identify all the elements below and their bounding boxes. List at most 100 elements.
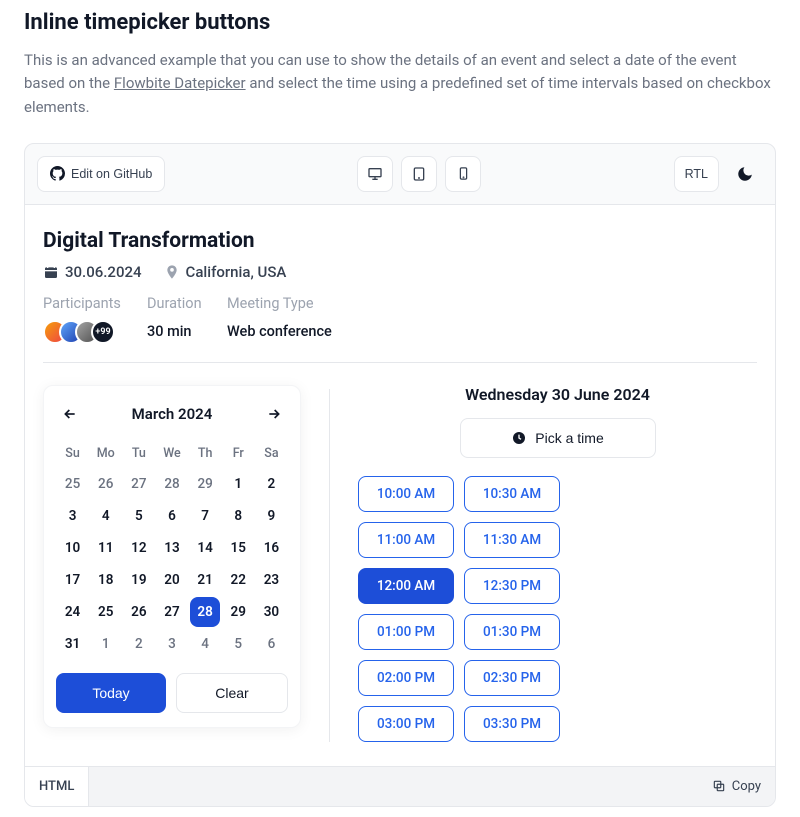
calendar-day[interactable]: 23 (255, 565, 288, 595)
code-tab-html[interactable]: HTML (25, 767, 89, 806)
arrow-right-icon (266, 406, 282, 422)
calendar-day[interactable]: 20 (155, 565, 188, 595)
calendar-dow: We (155, 440, 188, 467)
calendar-day[interactable]: 13 (155, 533, 188, 563)
calendar-day[interactable]: 26 (122, 597, 155, 627)
participants-avatars: +99 (43, 320, 127, 344)
time-slot-grid: 10:00 AM 10:30 AM 11:00 AM 11:30 AM 12:00 AM… (358, 476, 757, 742)
calendar-day[interactable]: 6 (255, 629, 288, 659)
calendar-today-button[interactable]: Today (56, 673, 166, 713)
calendar-clear-button[interactable]: Clear (176, 673, 288, 713)
meta-values: +99 30 min Web conference (43, 320, 757, 344)
desktop-preview-button[interactable] (357, 156, 393, 192)
calendar-dow: Fr (222, 440, 255, 467)
calendar-day[interactable]: 2 (122, 629, 155, 659)
time-slot[interactable]: 01:00 PM (358, 614, 454, 650)
calendar-day[interactable]: 25 (89, 597, 122, 627)
calendar-day[interactable]: 21 (189, 565, 222, 595)
rtl-toggle-button[interactable]: RTL (674, 156, 719, 192)
calendar-day[interactable]: 27 (122, 469, 155, 499)
meta-headers: Participants Duration Meeting Type (43, 295, 757, 312)
time-slot[interactable]: 02:00 PM (358, 660, 454, 696)
time-slot[interactable]: 12:30 PM (464, 568, 560, 604)
desktop-icon (367, 166, 383, 182)
calendar-day[interactable]: 27 (155, 597, 188, 627)
tablet-icon (411, 166, 427, 182)
calendar-day[interactable]: 5 (222, 629, 255, 659)
calendar-day[interactable]: 28 (155, 469, 188, 499)
calendar-day[interactable]: 15 (222, 533, 255, 563)
dark-mode-button[interactable] (727, 156, 763, 192)
calendar-day[interactable]: 26 (89, 469, 122, 499)
calendar-day[interactable]: 18 (89, 565, 122, 595)
calendar-day[interactable]: 6 (155, 501, 188, 531)
calendar-month-label[interactable]: March 2024 (132, 405, 213, 423)
calendar-day[interactable]: 9 (255, 501, 288, 531)
time-slot[interactable]: 02:30 PM (464, 660, 560, 696)
time-slot[interactable]: 03:30 PM (464, 706, 560, 742)
calendar-day[interactable]: 29 (222, 597, 255, 627)
calendar-next-button[interactable] (260, 400, 288, 428)
calendar-day[interactable]: 3 (155, 629, 188, 659)
calendar-day[interactable]: 31 (56, 629, 89, 659)
calendar-day[interactable]: 4 (89, 501, 122, 531)
calendar-prev-button[interactable] (56, 400, 84, 428)
calendar-day[interactable]: 1 (89, 629, 122, 659)
calendar-day[interactable]: 5 (122, 501, 155, 531)
calendar-day[interactable]: 25 (56, 469, 89, 499)
clock-icon (511, 430, 527, 446)
copy-icon (712, 779, 726, 793)
calendar-dow: Tu (122, 440, 155, 467)
time-slot[interactable]: 11:00 AM (358, 522, 454, 558)
calendar-day[interactable]: 3 (56, 501, 89, 531)
calendar-day[interactable]: 16 (255, 533, 288, 563)
calendar-day[interactable]: 30 (255, 597, 288, 627)
calendar-day[interactable]: 19 (122, 565, 155, 595)
calendar-day[interactable]: 28 (190, 597, 220, 627)
copy-label: Copy (732, 779, 761, 794)
participants-header: Participants (43, 295, 127, 312)
calendar-day[interactable]: 14 (189, 533, 222, 563)
calendar-icon (43, 264, 59, 280)
avatar-more-badge[interactable]: +99 (91, 320, 115, 344)
event-meta-row: 30.06.2024 California, USA (43, 263, 757, 281)
calendar-dow: Th (189, 440, 222, 467)
calendar-day[interactable]: 2 (255, 469, 288, 499)
device-preview-group (173, 156, 665, 192)
copy-button[interactable]: Copy (698, 767, 775, 806)
time-slot[interactable]: 01:30 PM (464, 614, 560, 650)
event-location-text: California, USA (186, 263, 287, 281)
rtl-label: RTL (685, 167, 708, 181)
time-slot[interactable]: 03:00 PM (358, 706, 454, 742)
time-slot[interactable]: 12:00 AM (358, 568, 454, 604)
pick-time-button[interactable]: Pick a time (460, 418, 656, 458)
vertical-separator (329, 389, 330, 742)
calendar-day[interactable]: 24 (56, 597, 89, 627)
calendar-day[interactable]: 4 (189, 629, 222, 659)
calendar-day[interactable]: 7 (189, 501, 222, 531)
calendar-grid: SuMoTuWeThFrSa25262728291234567891011121… (56, 440, 288, 659)
edit-on-github-button[interactable]: Edit on GitHub (37, 156, 165, 192)
calendar-day[interactable]: 8 (222, 501, 255, 531)
time-slot[interactable]: 10:00 AM (358, 476, 454, 512)
edit-on-github-label: Edit on GitHub (71, 167, 152, 181)
datepicker-link[interactable]: Flowbite Datepicker (114, 74, 246, 92)
calendar-day[interactable]: 12 (122, 533, 155, 563)
calendar-day[interactable]: 29 (189, 469, 222, 499)
calendar-day[interactable]: 11 (89, 533, 122, 563)
example-card: Edit on GitHub RTL (24, 143, 776, 807)
time-column: Wednesday 30 June 2024 Pick a time 10:00… (358, 385, 757, 742)
event-date-text: 30.06.2024 (65, 263, 142, 281)
calendar-day[interactable]: 10 (56, 533, 89, 563)
mobile-preview-button[interactable] (445, 156, 481, 192)
meeting-type-header: Meeting Type (227, 295, 314, 312)
calendar-day[interactable]: 22 (222, 565, 255, 595)
arrow-left-icon (62, 406, 78, 422)
calendar-day[interactable]: 17 (56, 565, 89, 595)
calendar-day[interactable]: 1 (222, 469, 255, 499)
pick-time-label: Pick a time (535, 430, 603, 446)
tablet-preview-button[interactable] (401, 156, 437, 192)
time-slot[interactable]: 11:30 AM (464, 522, 560, 558)
event-date: 30.06.2024 (43, 263, 142, 281)
time-slot[interactable]: 10:30 AM (464, 476, 560, 512)
